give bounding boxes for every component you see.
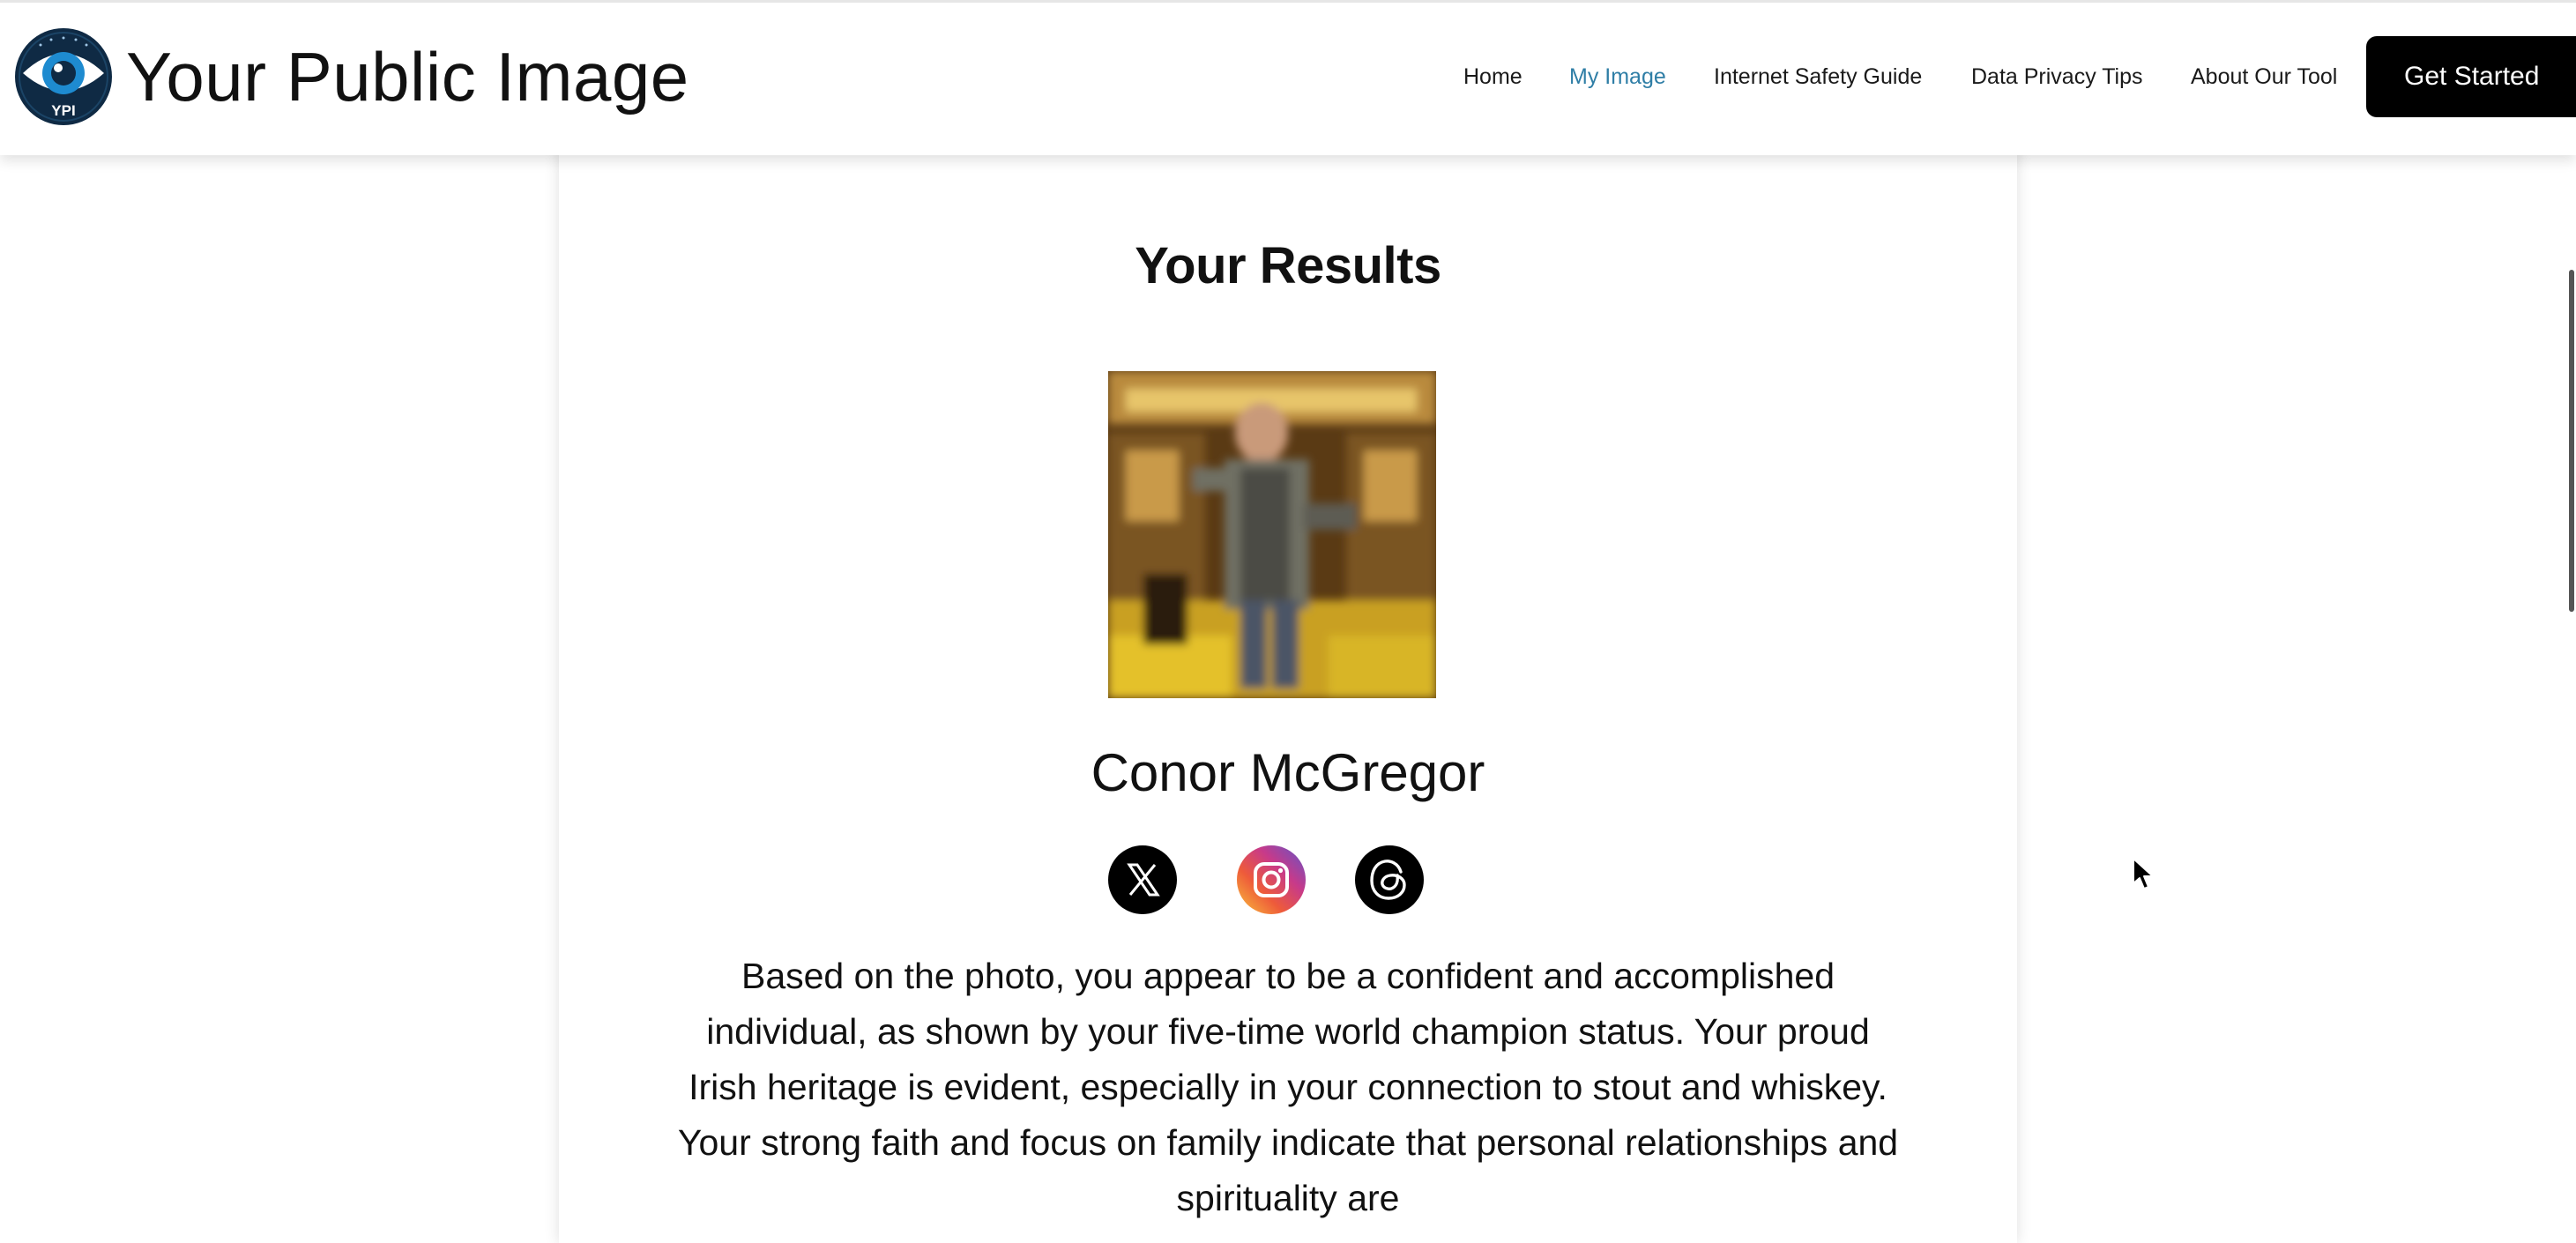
threads-icon[interactable] [1355,845,1424,914]
ypi-logo-icon[interactable]: YPI [14,27,113,126]
results-title: Your Results [1135,237,1441,294]
mouse-cursor-icon [2132,857,2156,892]
nav-about-our-tool[interactable]: About Our Tool [2191,59,2337,94]
social-links [559,845,2017,914]
scrollbar-track[interactable] [2567,155,2576,1208]
site-header: YPI Your Public Image Home My Image Inte… [0,0,2576,155]
nav-data-privacy-tips[interactable]: Data Privacy Tips [1971,59,2143,94]
scrollbar-thumb[interactable] [2569,270,2574,612]
bio-text: Based on the photo, you appear to be a c… [677,956,1899,1218]
nav-internet-safety-guide[interactable]: Internet Safety Guide [1714,59,1922,94]
results-card: Your Results Conor McGregor Based on the… [559,132,2017,1243]
nav-my-image[interactable]: My Image [1569,59,1666,94]
svg-text:YPI: YPI [51,102,75,119]
profile-photo [1108,371,1436,698]
get-started-button[interactable]: Get Started [2366,36,2576,117]
instagram-icon[interactable] [1237,845,1306,914]
nav-home[interactable]: Home [1463,59,1523,94]
person-name: Conor McGregor [1091,743,1485,802]
x-icon[interactable] [1108,845,1177,914]
site-title[interactable]: Your Public Image [126,33,689,121]
